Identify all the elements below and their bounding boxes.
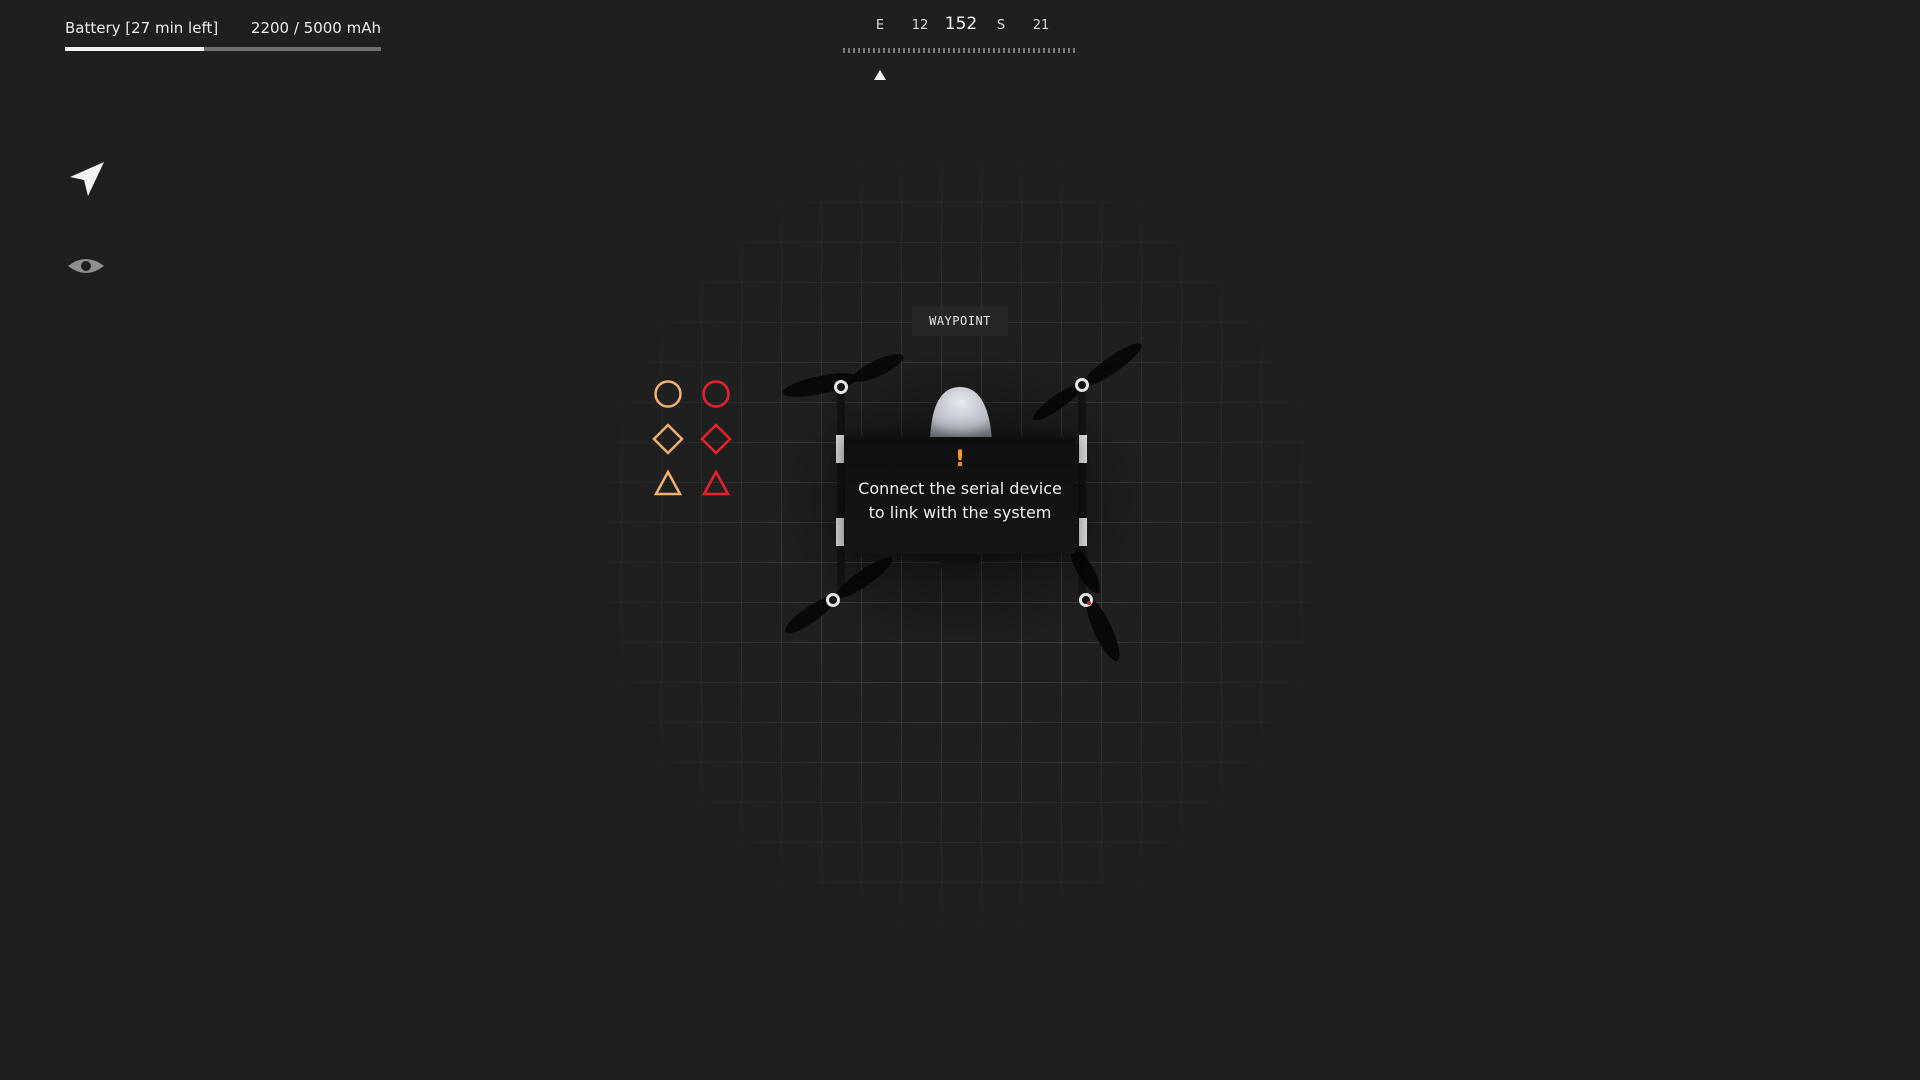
- compass-label-s: S: [996, 18, 1006, 33]
- compass-ticks: [843, 48, 1075, 53]
- shape-legend: [648, 374, 738, 504]
- navigation-arrow-button[interactable]: [66, 158, 106, 198]
- battery-progress-fill: [65, 47, 205, 51]
- eye-icon: [68, 259, 104, 273]
- scene-viewport: Battery [27 min left] 2200 / 5000 mAh E …: [0, 0, 1920, 1080]
- navigation-arrow-icon: [70, 162, 104, 196]
- battery-progress-bar: [65, 47, 381, 51]
- compass-strip: E 12 152 S 21: [840, 10, 1080, 90]
- warning-icon: !: [954, 447, 966, 472]
- triangle-marker-red[interactable]: [696, 464, 736, 504]
- dialog-message-line-2: to link with the system: [868, 503, 1052, 522]
- diamond-marker-amber[interactable]: [648, 419, 688, 459]
- circle-marker-red[interactable]: [696, 374, 736, 414]
- drone-rear-bumper: [940, 554, 980, 568]
- view-toggle-button[interactable]: [66, 246, 106, 286]
- compass-label-12: 12: [911, 18, 929, 33]
- compass-heading: 152: [944, 14, 978, 34]
- battery-status: Battery [27 min left] 2200 / 5000 mAh: [65, 18, 381, 51]
- compass-label-21: 21: [1032, 18, 1050, 33]
- circle-marker-amber[interactable]: [648, 374, 688, 414]
- diamond-marker-red[interactable]: [696, 419, 736, 459]
- dialog-message-line-1: Connect the serial device: [858, 479, 1062, 498]
- triangle-marker-amber[interactable]: [648, 464, 688, 504]
- battery-capacity: 2200 / 5000 mAh: [250, 19, 381, 37]
- compass-label-e: E: [875, 18, 885, 33]
- battery-label: Battery [27 min left]: [65, 19, 219, 37]
- triangle-up-icon: [874, 70, 886, 80]
- serial-connection-dialog: ! Connect the serial device to link with…: [845, 437, 1075, 554]
